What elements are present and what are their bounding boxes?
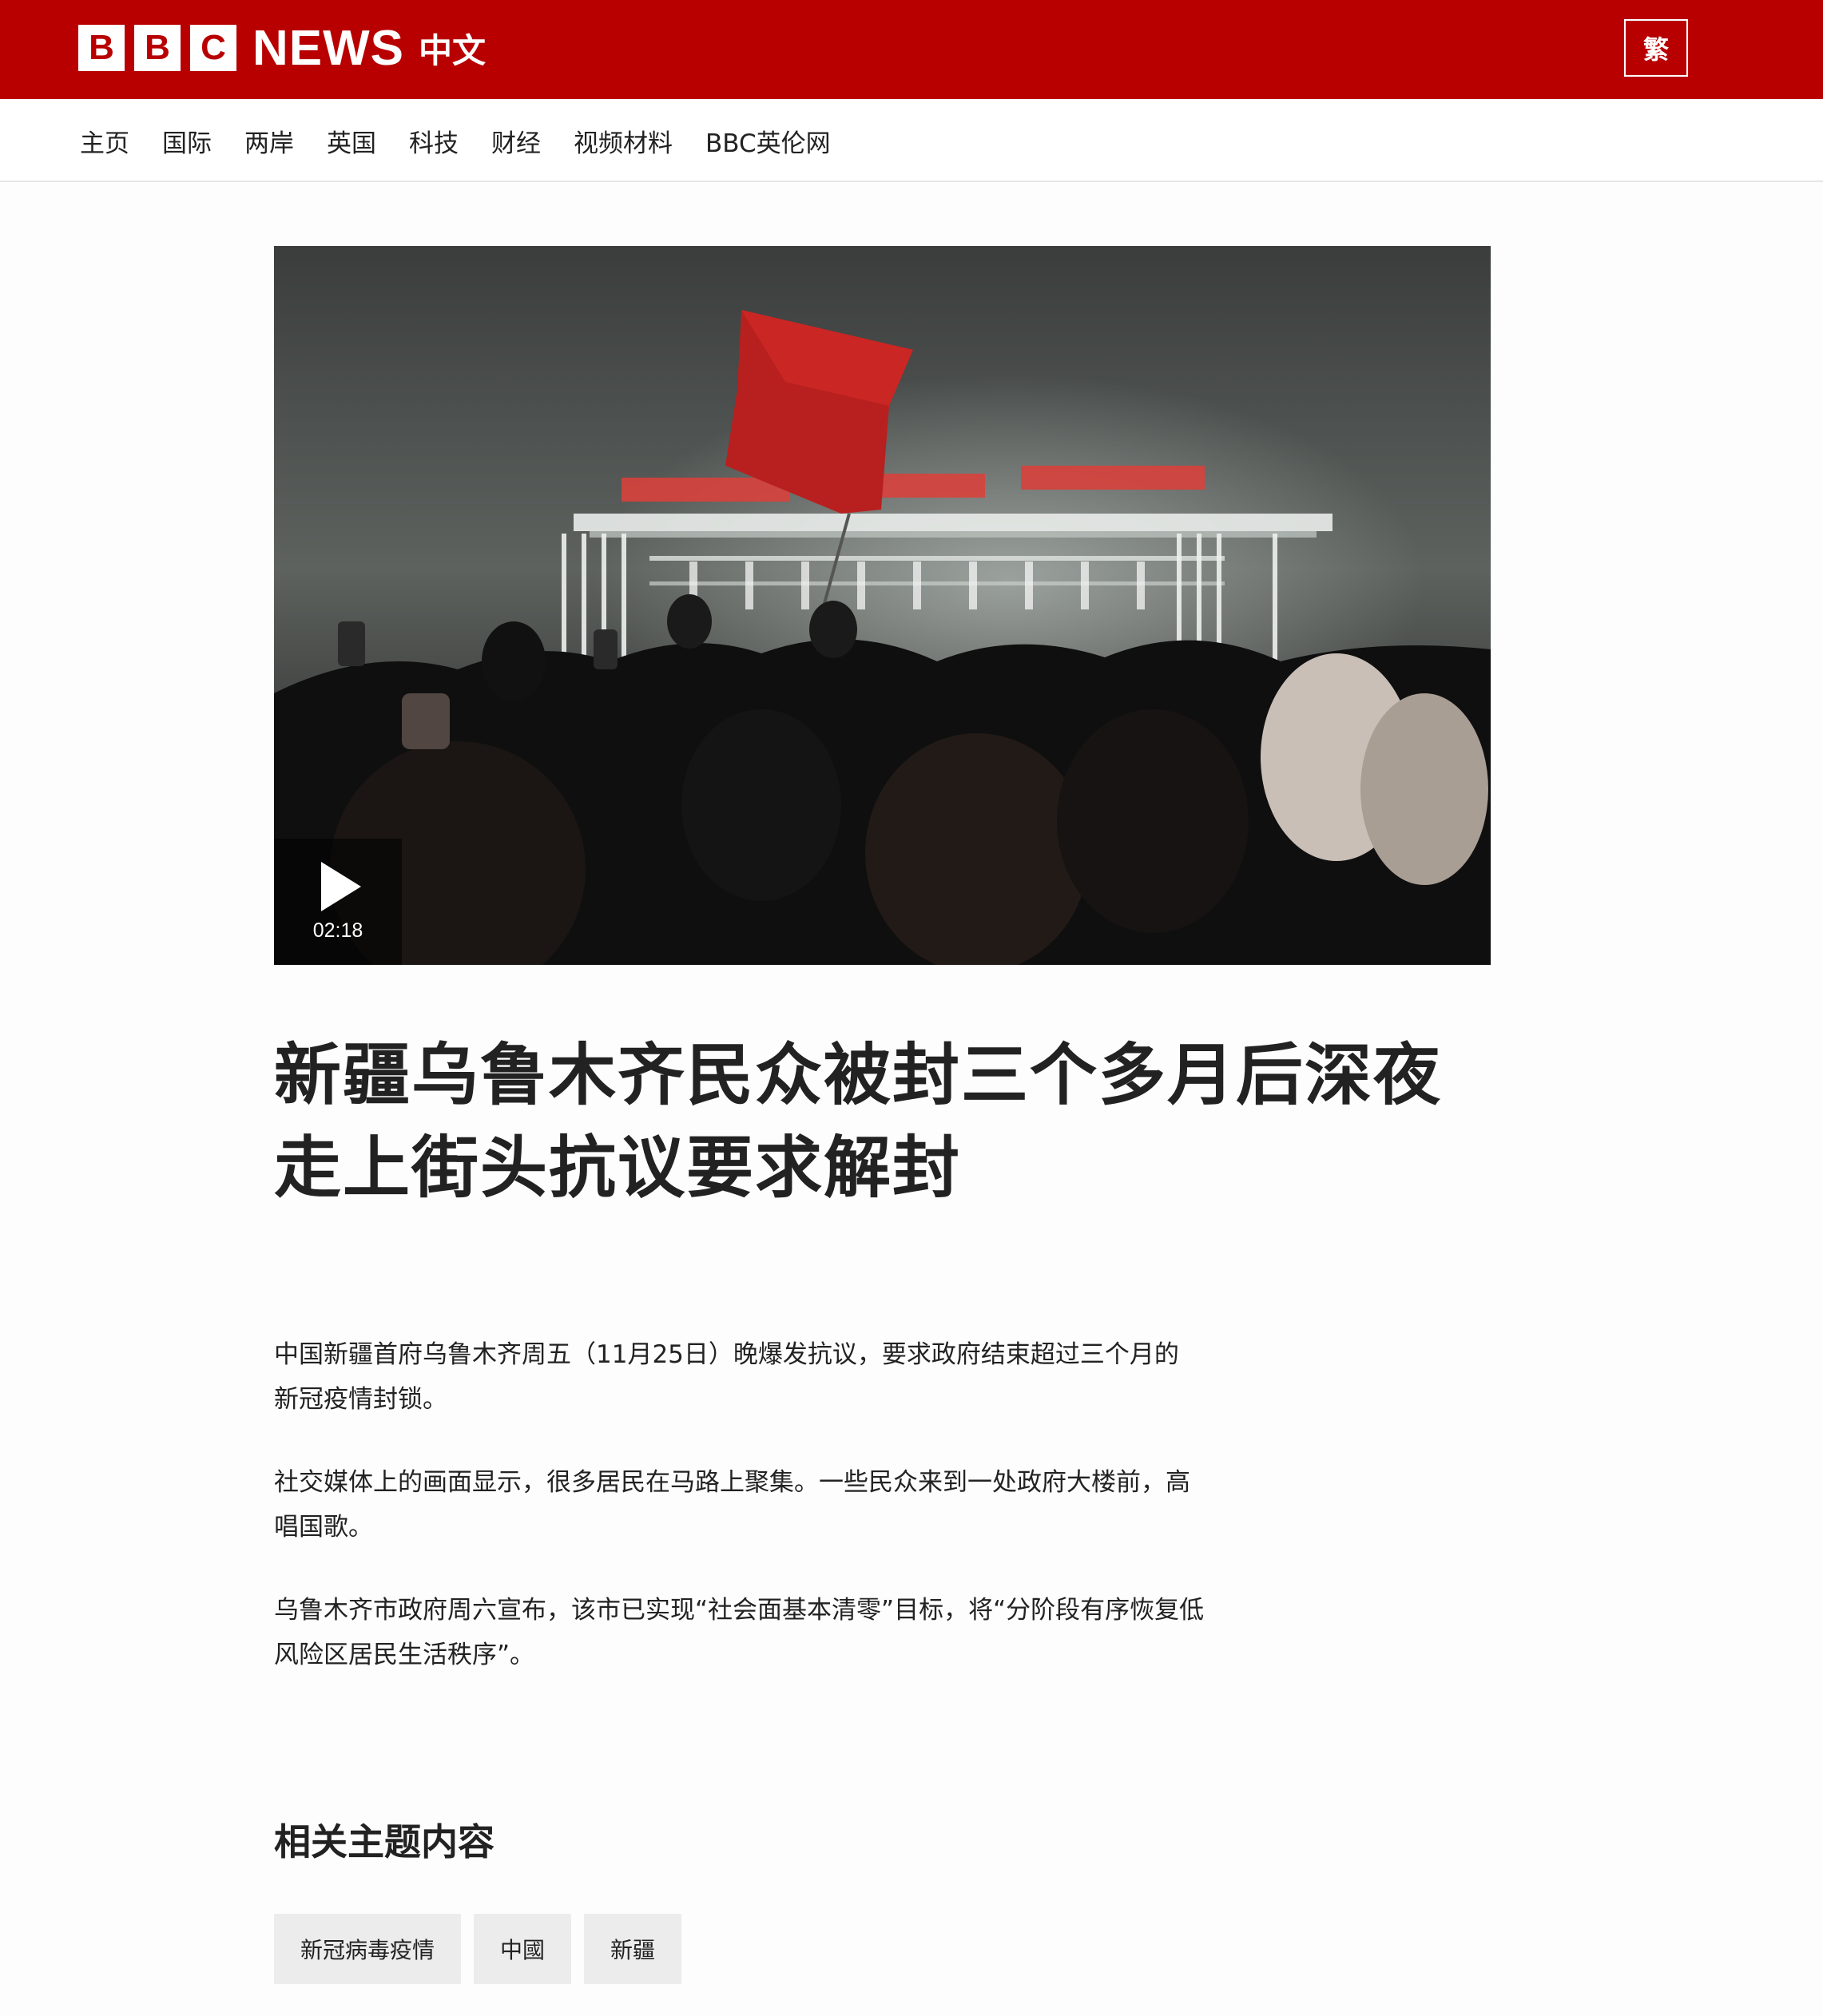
topic-tag-china[interactable]: 中國 [474, 1914, 572, 1984]
logo-news-text: NEWS [252, 20, 404, 76]
article-paragraph: 乌鲁木齐市政府周六宣布，该市已实现“社会面基本清零”目标，将“分阶段有序恢复低 … [274, 1588, 1233, 1677]
paragraph-line: 新冠疫情封锁。 [274, 1385, 447, 1414]
paragraph-line: 中国新疆首府乌鲁木齐周五（11月25日）晚爆发抗议，要求政府结束超过三个月的 [274, 1340, 1179, 1369]
traditional-chinese-switch-button[interactable]: 繁 [1624, 19, 1688, 77]
paragraph-line: 乌鲁木齐市政府周六宣布，该市已实现“社会面基本清零”目标，将“分阶段有序恢复低 [274, 1596, 1205, 1625]
topic-tag-covid[interactable]: 新冠病毒疫情 [274, 1914, 462, 1984]
article-paragraph: 中国新疆首府乌鲁木齐周五（11月25日）晚爆发抗议，要求政府结束超过三个月的 新… [274, 1332, 1233, 1422]
nav-item-business[interactable]: 财经 [491, 123, 541, 159]
related-topics-title: 相关主题内容 [274, 1820, 494, 1863]
nav-item-bbc-britain[interactable]: BBC英伦网 [705, 123, 831, 159]
play-icon [321, 861, 361, 911]
nav-item-world[interactable]: 国际 [162, 123, 212, 159]
nav-item-home[interactable]: 主页 [80, 123, 129, 159]
main-navigation: 主页 国际 两岸 英国 科技 财经 视频材料 BBC英伦网 [0, 99, 1823, 182]
topic-tag-xinjiang[interactable]: 新疆 [584, 1914, 682, 1984]
logo-block-b1: B [78, 25, 125, 71]
paragraph-line: 唱国歌。 [274, 1513, 373, 1542]
headline-line-2: 走上街头抗议要求解封 [274, 1129, 962, 1207]
nav-item-video[interactable]: 视频材料 [574, 123, 673, 159]
paragraph-line: 风险区居民生活秩序”。 [274, 1641, 535, 1669]
logo-language-text: 中文 [419, 30, 487, 70]
video-player[interactable]: 02:18 [274, 246, 1491, 965]
article-headline: 新疆乌鲁木齐民众被封三个多月后深夜 走上街头抗议要求解封 [274, 1029, 1512, 1214]
nav-item-uk[interactable]: 英国 [327, 123, 376, 159]
bbc-news-logo[interactable]: B B C NEWS 中文 [78, 21, 487, 76]
video-thumbnail [274, 246, 1491, 965]
masthead: B B C NEWS 中文 繁 [0, 0, 1823, 99]
nav-item-cross-strait[interactable]: 两岸 [244, 123, 294, 159]
logo-block-b2: B [134, 25, 181, 71]
related-topics-tags: 新冠病毒疫情 中國 新疆 [274, 1914, 694, 1984]
headline-line-1: 新疆乌鲁木齐民众被封三个多月后深夜 [274, 1036, 1443, 1114]
play-button[interactable]: 02:18 [274, 839, 402, 965]
paragraph-line: 社交媒体上的画面显示，很多居民在马路上聚集。一些民众来到一处政府大楼前，高 [274, 1468, 1190, 1497]
nav-list: 主页 国际 两岸 英国 科技 财经 视频材料 BBC英伦网 [80, 99, 864, 182]
nav-item-tech[interactable]: 科技 [409, 123, 459, 159]
article-paragraph: 社交媒体上的画面显示，很多居民在马路上聚集。一些民众来到一处政府大楼前，高 唱国… [274, 1460, 1233, 1550]
logo-block-c: C [190, 25, 236, 71]
video-duration: 02:18 [312, 919, 363, 942]
article-body: 中国新疆首府乌鲁木齐周五（11月25日）晚爆发抗议，要求政府结束超过三个月的 新… [274, 1332, 1233, 1716]
